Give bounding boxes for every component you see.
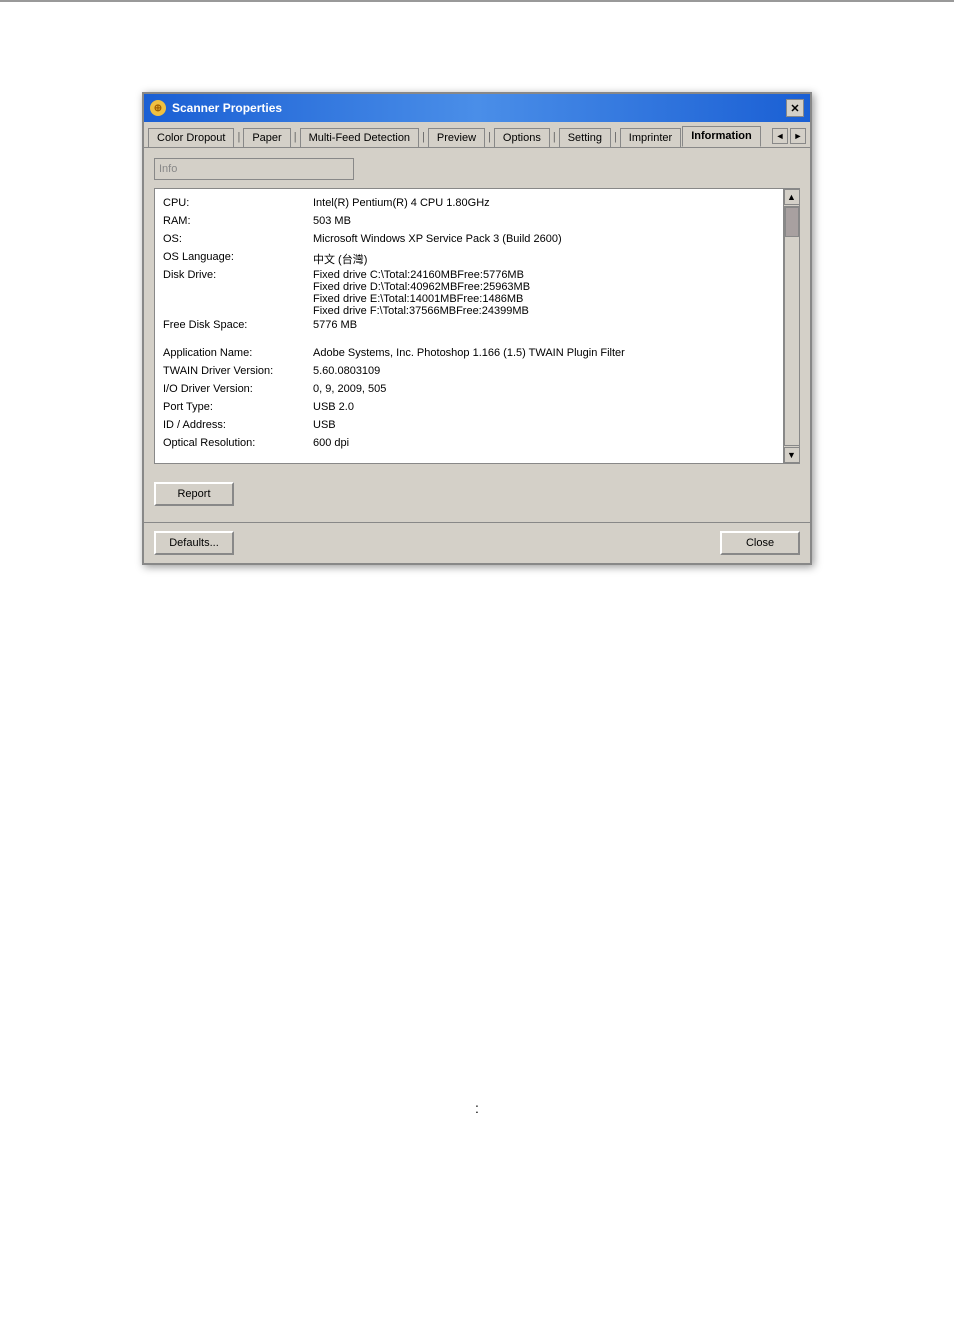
- tab-nav-left[interactable]: ◄: [772, 128, 788, 144]
- info-row-appname: Application Name: Adobe Systems, Inc. Ph…: [163, 347, 775, 363]
- tab-color-dropout[interactable]: Color Dropout: [148, 128, 234, 147]
- window-close-button[interactable]: ✕: [786, 99, 804, 117]
- dialog-body: Info CPU: Intel(R) Pentium(R) 4 CPU 1.80…: [144, 148, 810, 522]
- tab-sep-4: |: [486, 128, 493, 146]
- label-diskdrive: Disk Drive:: [163, 269, 313, 317]
- top-rule: [0, 0, 954, 2]
- scrollbar-vertical[interactable]: ▲ ▼: [783, 189, 799, 463]
- window-title: Scanner Properties: [172, 101, 282, 115]
- info-dropdown-row: Info: [154, 158, 800, 180]
- bottom-bar: Defaults... Close: [144, 522, 810, 563]
- info-row-ram: RAM: 503 MB: [163, 215, 775, 231]
- label-optical: Optical Resolution:: [163, 437, 313, 453]
- scrollbar-track[interactable]: [784, 206, 800, 446]
- label-oslang: OS Language:: [163, 251, 313, 267]
- tab-sep-5: |: [551, 128, 558, 146]
- label-twain: TWAIN Driver Version:: [163, 365, 313, 381]
- info-row-port: Port Type: USB 2.0: [163, 401, 775, 417]
- info-row-id: ID / Address: USB: [163, 419, 775, 435]
- tab-setting[interactable]: Setting: [559, 128, 611, 147]
- defaults-button[interactable]: Defaults...: [154, 531, 234, 555]
- value-ram: 503 MB: [313, 215, 775, 231]
- tab-options[interactable]: Options: [494, 128, 550, 147]
- value-appname: Adobe Systems, Inc. Photoshop 1.166 (1.5…: [313, 347, 775, 363]
- info-table-wrapper: CPU: Intel(R) Pentium(R) 4 CPU 1.80GHz R…: [154, 188, 800, 464]
- scanner-properties-dialog: ⊕ Scanner Properties ✕ Color Dropout | P…: [142, 92, 812, 565]
- label-os: OS:: [163, 233, 313, 249]
- value-diskdrive: Fixed drive C:\Total:24160MBFree:5776MB …: [313, 269, 775, 317]
- value-id: USB: [313, 419, 775, 435]
- info-dropdown[interactable]: Info: [154, 158, 354, 180]
- value-io: 0, 9, 2009, 505: [313, 383, 775, 399]
- info-spacer: [163, 337, 775, 347]
- value-os: Microsoft Windows XP Service Pack 3 (Bui…: [313, 233, 775, 249]
- scanner-icon: ⊕: [150, 100, 166, 116]
- value-optical: 600 dpi: [313, 437, 775, 453]
- info-row-cpu: CPU: Intel(R) Pentium(R) 4 CPU 1.80GHz: [163, 197, 775, 213]
- info-row-oslang: OS Language: 中文 (台灣): [163, 251, 775, 267]
- report-row: Report: [154, 476, 800, 512]
- value-cpu: Intel(R) Pentium(R) 4 CPU 1.80GHz: [313, 197, 775, 213]
- scrollbar-thumb[interactable]: [785, 207, 799, 237]
- info-row-diskdrive: Disk Drive: Fixed drive C:\Total:24160MB…: [163, 269, 775, 317]
- info-row-io: I/O Driver Version: 0, 9, 2009, 505: [163, 383, 775, 399]
- tab-sep-6: |: [612, 128, 619, 146]
- value-port: USB 2.0: [313, 401, 775, 417]
- tab-nav-arrows: ◄ ►: [772, 128, 806, 147]
- tab-imprinter[interactable]: Imprinter: [620, 128, 681, 147]
- tab-bar: Color Dropout | Paper | Multi-Feed Detec…: [144, 122, 810, 148]
- bottom-colon-text: :: [475, 1100, 479, 1116]
- value-oslang: 中文 (台灣): [313, 251, 775, 267]
- tab-sep-1: |: [235, 128, 242, 146]
- info-row-freedisk: Free Disk Space: 5776 MB: [163, 319, 775, 335]
- close-button[interactable]: Close: [720, 531, 800, 555]
- tab-sep-3: |: [420, 128, 427, 146]
- info-row-optical: Optical Resolution: 600 dpi: [163, 437, 775, 453]
- info-row-twain: TWAIN Driver Version: 5.60.0803109: [163, 365, 775, 381]
- info-row-os: OS: Microsoft Windows XP Service Pack 3 …: [163, 233, 775, 249]
- label-appname: Application Name:: [163, 347, 313, 363]
- label-port: Port Type:: [163, 401, 313, 417]
- tab-information[interactable]: Information: [682, 126, 761, 147]
- value-freedisk: 5776 MB: [313, 319, 775, 335]
- tab-nav-right[interactable]: ►: [790, 128, 806, 144]
- label-ram: RAM:: [163, 215, 313, 231]
- label-cpu: CPU:: [163, 197, 313, 213]
- value-twain: 5.60.0803109: [313, 365, 775, 381]
- tab-sep-2: |: [292, 128, 299, 146]
- tab-multi-feed[interactable]: Multi-Feed Detection: [300, 128, 420, 147]
- title-bar: ⊕ Scanner Properties ✕: [144, 94, 810, 122]
- label-freedisk: Free Disk Space:: [163, 319, 313, 335]
- title-bar-left: ⊕ Scanner Properties: [150, 100, 282, 116]
- scrollbar-up-button[interactable]: ▲: [784, 189, 800, 205]
- tab-paper[interactable]: Paper: [243, 128, 290, 147]
- tab-preview[interactable]: Preview: [428, 128, 485, 147]
- report-button[interactable]: Report: [154, 482, 234, 506]
- label-io: I/O Driver Version:: [163, 383, 313, 399]
- label-id: ID / Address:: [163, 419, 313, 435]
- scrollbar-down-button[interactable]: ▼: [784, 447, 800, 463]
- info-table: CPU: Intel(R) Pentium(R) 4 CPU 1.80GHz R…: [155, 189, 783, 463]
